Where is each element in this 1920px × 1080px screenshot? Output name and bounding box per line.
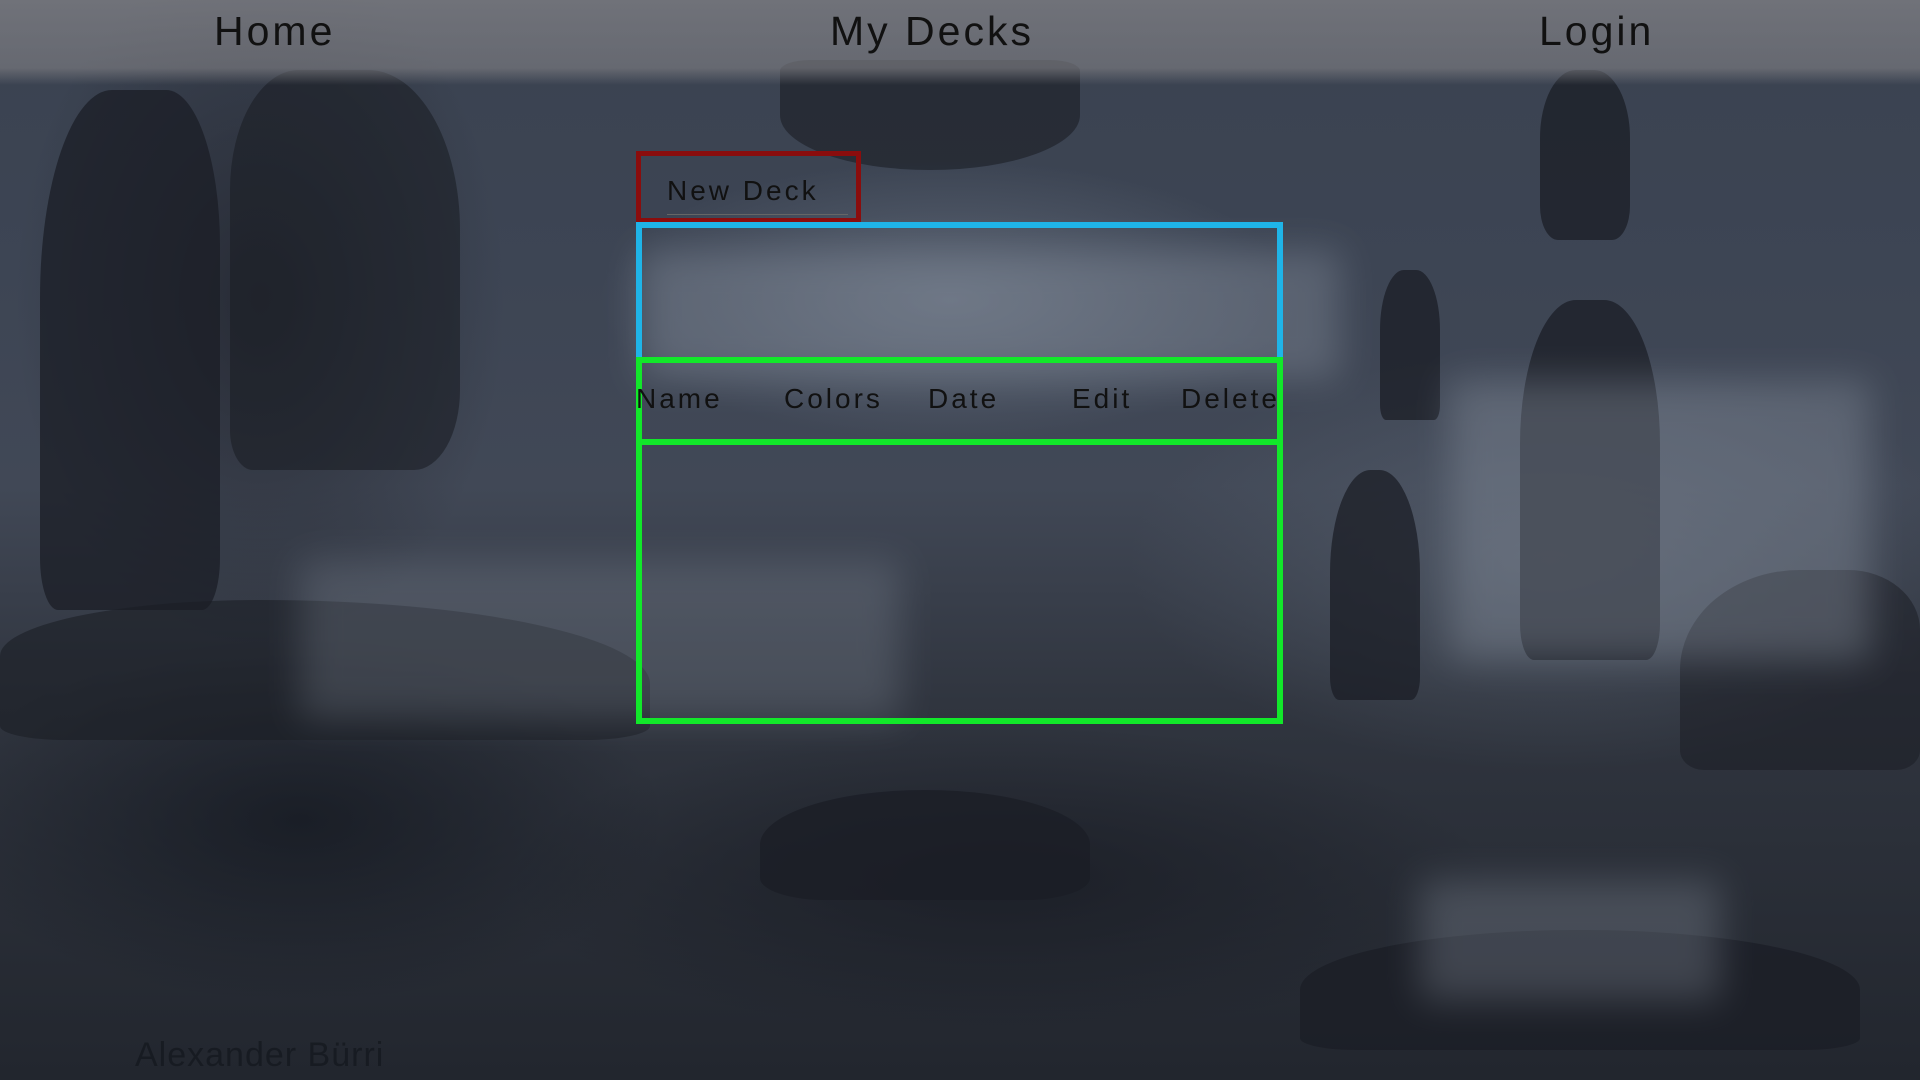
decks-table-header: Name Colors Date Edit Delete <box>636 357 1283 445</box>
nav-home-link[interactable]: Home <box>214 8 335 55</box>
column-header-edit: Edit <box>1072 383 1133 414</box>
new-deck-underline <box>667 214 848 215</box>
nav-my-decks-link[interactable]: My Decks <box>830 8 1034 55</box>
top-nav-bar: Home My Decks Login <box>0 0 1920 85</box>
painting-signature: Alexander Bürri <box>135 1036 385 1074</box>
column-header-name: Name <box>636 383 723 414</box>
decks-table-body <box>636 439 1283 724</box>
nav-login-link[interactable]: Login <box>1539 8 1654 55</box>
new-deck-button[interactable]: New Deck <box>636 151 861 223</box>
new-deck-label: New Deck <box>667 175 819 206</box>
new-deck-form-area <box>636 222 1283 364</box>
column-header-colors: Colors <box>784 383 883 414</box>
column-header-date: Date <box>928 383 1000 414</box>
column-header-delete: Delete <box>1181 383 1280 414</box>
